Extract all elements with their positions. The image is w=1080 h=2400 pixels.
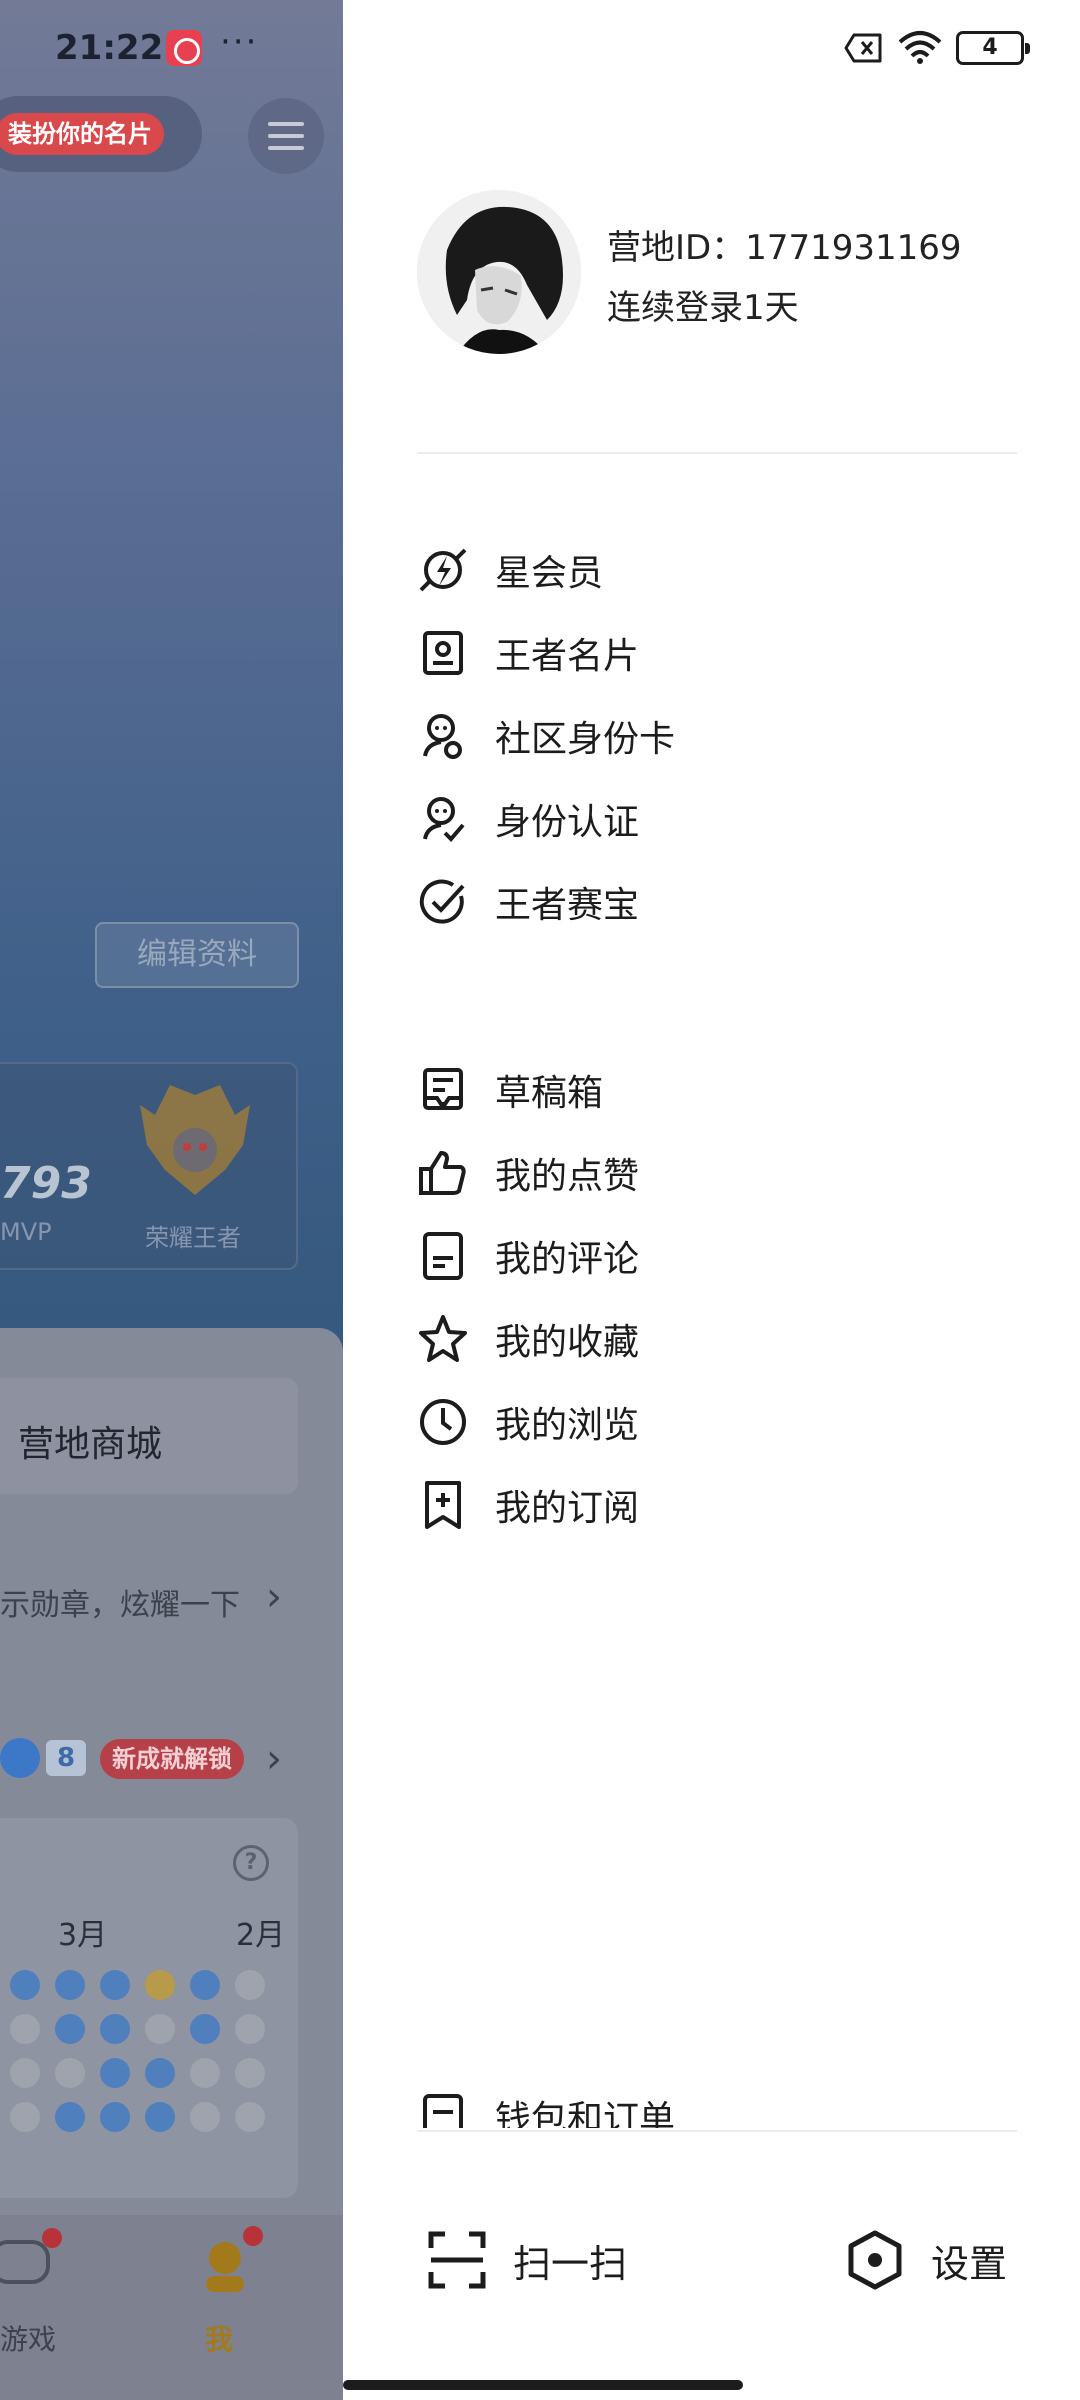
identity-verify-icon [423, 797, 465, 842]
bookmark-add-icon [425, 1481, 461, 1529]
menu-label: 王者名片 [495, 636, 640, 677]
screen-record-off-icon [844, 33, 882, 63]
divider [417, 452, 1017, 454]
menu-label: 社区身份卡 [495, 719, 676, 760]
chevron-right-icon: › [266, 1736, 282, 1782]
menu-label: 我的浏览 [495, 1405, 640, 1446]
lightning-icon [0, 1738, 40, 1778]
menu-label: 草稿箱 [495, 1073, 604, 1114]
avatar-image [417, 190, 581, 354]
menu-label: 我的点赞 [495, 1156, 640, 1197]
scan-button[interactable]: 扫一扫 [427, 2230, 627, 2290]
month-label: 2月 [236, 1918, 286, 1953]
wallet-icon [423, 2094, 463, 2128]
home-indicator[interactable] [343, 2380, 743, 2390]
stat-label: MVP [0, 1218, 52, 1246]
avatar[interactable] [417, 190, 581, 354]
rank-badge-icon [140, 1085, 250, 1195]
settings-label: 设置 [931, 2241, 1008, 2286]
scan-label: 扫一扫 [513, 2241, 628, 2286]
divider [417, 2130, 1017, 2132]
thumbs-up-icon [419, 1151, 466, 1195]
stat-value: 793 [0, 1158, 92, 1209]
status-time: 21:22 [55, 28, 164, 68]
edit-profile-button: 编辑资料 [95, 922, 299, 988]
clock-icon [420, 1399, 466, 1445]
menu-label: 钱包和订单 [495, 2099, 676, 2128]
hamburger-menu-icon [248, 98, 324, 174]
gamepad-icon [0, 2240, 50, 2284]
notification-dot [42, 2228, 62, 2248]
star-member-icon [419, 548, 467, 592]
side-drawer: 4 营地ID：1771931169 连续登录1天 星会员 王者名片 社区身份卡 … [343, 0, 1080, 2400]
menu-item-sai-bao[interactable]: 王者赛宝 [417, 852, 1017, 952]
menu-item-wallet-clipped[interactable]: 钱包和订单 [417, 2090, 1017, 2128]
me-tab-icon [206, 2242, 244, 2292]
mall-label: 营地商城 [18, 1424, 163, 1465]
unlock-tag: 新成就解锁 [100, 1739, 244, 1779]
star-icon [419, 1315, 467, 1362]
menu-label: 星会员 [495, 553, 604, 594]
comment-doc-icon [423, 1232, 463, 1280]
status-more: ··· [220, 22, 259, 62]
chevron-right-icon: › [266, 1574, 282, 1620]
battery-icon: 4 [956, 31, 1030, 65]
medal-text: 示勋章，炫耀一下 [0, 1588, 240, 1623]
system-status-icons: 4 [844, 30, 1030, 66]
community-id-icon [423, 714, 462, 759]
menu-label: 我的评论 [495, 1239, 640, 1280]
medal-count: 8 [46, 1740, 86, 1776]
background-page: 21:22 ··· 装扮你的名片 编辑资料 793 MVP 荣耀王者 营地商城 … [0, 0, 343, 2400]
month-label: 3月 [58, 1918, 108, 1953]
tab-game-label: 游戏 [0, 2323, 57, 2356]
check-circle-icon [419, 879, 465, 924]
notification-dot [243, 2226, 263, 2246]
menu-label: 王者赛宝 [495, 885, 640, 926]
menu-label: 我的收藏 [495, 1322, 640, 1363]
menu-label: 身份认证 [495, 802, 640, 843]
drafts-icon [423, 1068, 463, 1110]
menu-label: 我的订阅 [495, 1488, 640, 1529]
app-notification-icon [166, 30, 202, 66]
settings-hexagon-icon [848, 2230, 902, 2290]
help-icon: ? [233, 1845, 269, 1881]
menu-item-subscriptions[interactable]: 我的订阅 [417, 1455, 1017, 1555]
scan-icon [428, 2231, 486, 2289]
dress-card-tag: 装扮你的名片 [0, 113, 164, 155]
rank-label: 荣耀王者 [145, 1224, 241, 1252]
settings-button[interactable]: 设置 [845, 2230, 1007, 2290]
login-days: 连续登录1天 [607, 288, 799, 328]
camp-id: 营地ID：1771931169 [607, 228, 962, 268]
tab-me-label: 我 [205, 2323, 234, 2356]
name-card-icon [423, 631, 463, 675]
wifi-icon [898, 31, 942, 64]
